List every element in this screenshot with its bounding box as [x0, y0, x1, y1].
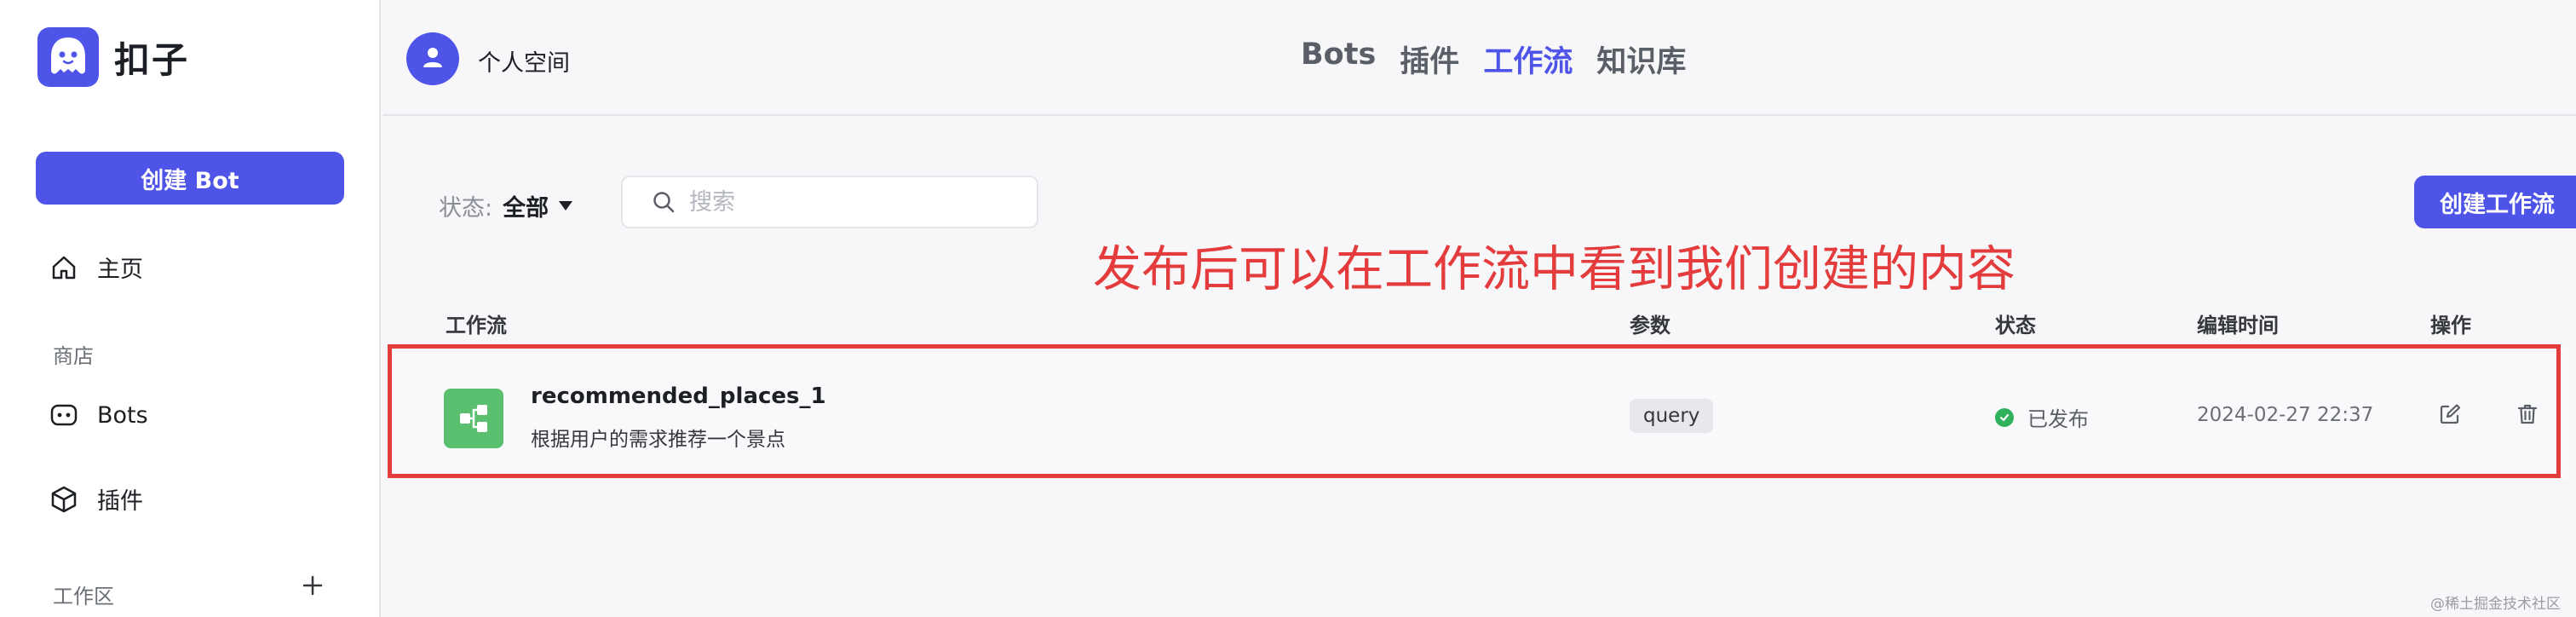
column-header-params: 参数	[1630, 314, 1670, 337]
create-workflow-button[interactable]: 创建工作流	[2414, 176, 2576, 228]
avatar[interactable]	[406, 32, 459, 85]
edit-button[interactable]	[2433, 399, 2467, 433]
tab-plugins[interactable]: 插件	[1400, 37, 1459, 81]
annotation-text: 发布后可以在工作流中看到我们创建的内容	[1093, 241, 2015, 297]
cube-icon	[48, 483, 80, 516]
bot-icon	[48, 399, 80, 431]
status-filter-value: 全部	[503, 195, 549, 222]
sidebar-item-plugins[interactable]: 插件	[48, 482, 143, 516]
workflow-name[interactable]: recommended_places_1	[531, 383, 826, 409]
watermark: @稀土掘金技术社区	[2430, 596, 2561, 613]
sidebar-item-label: 主页	[97, 257, 143, 283]
status-badge: 已发布	[1995, 402, 2089, 432]
sidebar-item-bots[interactable]: Bots	[48, 399, 148, 431]
home-icon	[48, 251, 80, 284]
status-filter-label: 状态:	[439, 195, 493, 222]
search-icon	[650, 188, 677, 216]
status-filter[interactable]: 状态: 全部	[439, 189, 573, 222]
edit-icon	[2439, 403, 2461, 429]
column-header-edit-time: 编辑时间	[2197, 314, 2279, 337]
param-tag: query	[1630, 399, 1714, 433]
column-header-actions: 操作	[2430, 314, 2471, 337]
user-icon	[420, 44, 446, 73]
sidebar-item-home[interactable]: 主页	[48, 251, 143, 284]
edit-time: 2024-02-27 22:37	[2197, 404, 2374, 426]
trash-icon	[2516, 403, 2539, 429]
brand[interactable]: 扣子	[37, 27, 189, 87]
column-header-workflow: 工作流	[446, 314, 507, 337]
status-text: 已发布	[2027, 407, 2089, 431]
main-tabs: Bots 插件 工作流 知识库	[1301, 37, 1686, 81]
space-name[interactable]: 个人空间	[478, 44, 570, 78]
brand-name: 扣子	[114, 38, 190, 81]
sidebar-item-label: 插件	[97, 488, 143, 515]
delete-button[interactable]	[2510, 399, 2544, 433]
tab-knowledge[interactable]: 知识库	[1596, 37, 1686, 81]
tab-workflows[interactable]: 工作流	[1483, 37, 1573, 81]
caret-down-icon	[559, 201, 573, 210]
workflow-icon	[444, 389, 503, 448]
main-content: 状态: 全部 创建工作流 发布后可以在工作流中看到我们创建的内容 工作流 参数 …	[382, 118, 2576, 617]
check-icon	[1995, 407, 2014, 427]
sidebar: 扣子 创建 Bot 主页 商店 Bots 插件 工作区	[0, 0, 381, 617]
column-header-status: 状态	[1995, 314, 2036, 337]
topbar: 个人空间 Bots 插件 工作流 知识库	[382, 0, 2576, 116]
section-label-workspace: 工作区	[53, 585, 114, 608]
search-box	[621, 176, 1038, 228]
sidebar-item-label: Bots	[97, 401, 148, 429]
workflow-description: 根据用户的需求推荐一个景点	[531, 429, 785, 451]
create-bot-button[interactable]: 创建 Bot	[36, 152, 344, 205]
coze-logo-icon	[37, 27, 99, 87]
add-workspace-button[interactable]	[298, 573, 327, 602]
search-input[interactable]	[689, 188, 1013, 216]
plus-icon	[302, 574, 324, 600]
section-label-store: 商店	[53, 344, 94, 368]
tab-bots[interactable]: Bots	[1301, 37, 1376, 81]
